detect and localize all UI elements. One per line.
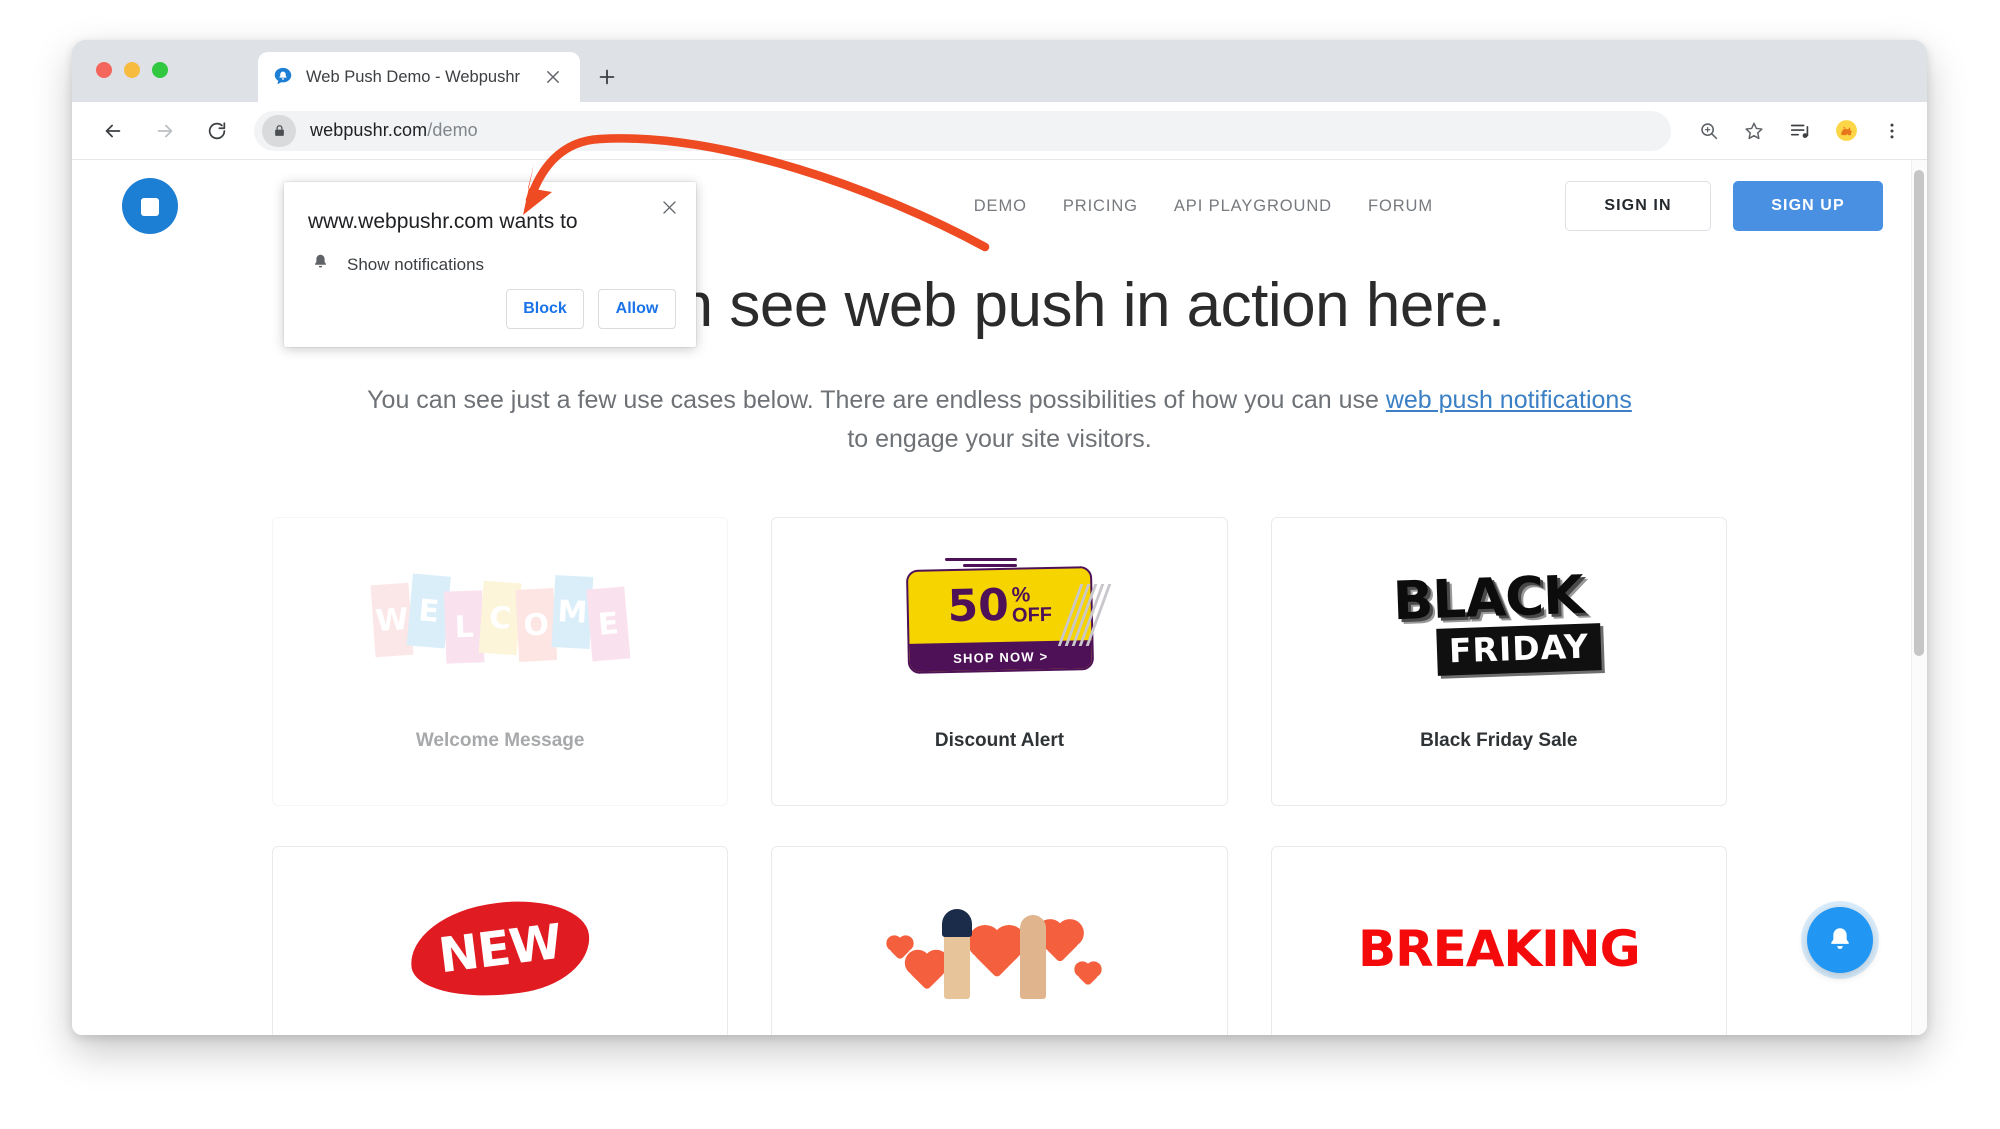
- permission-item-label: Show notifications: [347, 255, 485, 274]
- welcome-art: W E L C O M E: [273, 540, 727, 700]
- window-controls: [96, 62, 168, 78]
- url-domain: webpushr.com: [310, 120, 428, 140]
- web-push-notifications-link[interactable]: web push notifications: [1386, 386, 1632, 414]
- reload-icon[interactable]: [198, 112, 236, 150]
- webpushr-bell-favicon-icon: [272, 66, 294, 88]
- new-label-text: NEW: [435, 913, 565, 984]
- sign-in-button[interactable]: SIGN IN: [1565, 181, 1711, 231]
- permission-item: Show notifications: [310, 252, 484, 278]
- zoom-in-icon[interactable]: [1689, 112, 1727, 150]
- extension-dog-icon[interactable]: [1827, 112, 1865, 150]
- permission-dialog-title: www.webpushr.com wants to: [308, 210, 578, 233]
- black-friday-art: BLACK FRIDAY: [1272, 540, 1726, 700]
- card-black-friday-sale[interactable]: BLACK FRIDAY Black Friday Sale: [1270, 516, 1727, 806]
- floating-bell-button[interactable]: [1807, 907, 1873, 973]
- card-row-1: W E L C O M E Welcome Message 50 % OFF S…: [272, 516, 1727, 806]
- block-button[interactable]: Block: [506, 289, 584, 329]
- tab-close-icon[interactable]: [540, 64, 566, 90]
- card-breaking-news[interactable]: BREAKING: [1270, 845, 1727, 1035]
- discount-percent: %: [1011, 582, 1032, 607]
- address-bar-text: webpushr.com/demo: [310, 120, 478, 141]
- allow-button[interactable]: Allow: [598, 289, 676, 329]
- address-bar[interactable]: webpushr.com/demo: [254, 110, 1671, 151]
- card-discount-alert[interactable]: 50 % OFF SHOP NOW > Discount Alert: [771, 516, 1228, 806]
- new-art: NEW: [273, 869, 727, 1029]
- url-path: /demo: [427, 120, 478, 140]
- toolbar-actions: [1681, 112, 1927, 150]
- black-friday-top-text: BLACK: [1390, 563, 1585, 634]
- discount-off: OFF: [1012, 603, 1053, 627]
- new-tab-button[interactable]: [592, 62, 622, 92]
- back-arrow-icon[interactable]: [94, 112, 132, 150]
- use-case-cards: W E L C O M E Welcome Message 50 % OFF S…: [72, 516, 1927, 1035]
- auth-buttons: SIGN IN SIGN UP: [1565, 181, 1883, 231]
- more-menu-icon[interactable]: [1873, 112, 1911, 150]
- sign-up-button[interactable]: SIGN UP: [1733, 181, 1883, 231]
- discount-art: 50 % OFF SHOP NOW >: [772, 540, 1226, 700]
- tab-strip: Web Push Demo - Webpushr: [72, 40, 1927, 102]
- site-nav: DEMO PRICING API PLAYGROUND FORUM SIGN I…: [974, 181, 1883, 231]
- media-playlist-icon[interactable]: [1781, 112, 1819, 150]
- love-art: [772, 869, 1226, 1029]
- hero-sub-before: You can see just a few use cases below. …: [367, 386, 1386, 414]
- webpushr-circle-logo-icon[interactable]: [122, 178, 178, 234]
- window-minimize-button[interactable]: [124, 62, 140, 78]
- browser-toolbar: webpushr.com/demo: [72, 102, 1927, 160]
- card-label: Welcome Message: [415, 729, 585, 751]
- close-icon[interactable]: [656, 194, 682, 220]
- tab-title: Web Push Demo - Webpushr: [306, 67, 520, 86]
- breaking-label-text: BREAKING: [1357, 919, 1641, 978]
- screenshot-root: Web Push Demo - Webpushr webpushr.com/de…: [0, 0, 2000, 1129]
- window-maximize-button[interactable]: [152, 62, 168, 78]
- hero-sub-after: to engage your site visitors.: [847, 424, 1152, 453]
- page-scrollbar-thumb[interactable]: [1914, 170, 1924, 656]
- browser-tab[interactable]: Web Push Demo - Webpushr: [258, 52, 580, 102]
- nav-link-demo[interactable]: DEMO: [974, 197, 1027, 216]
- card-new-arrival[interactable]: NEW: [272, 845, 729, 1035]
- black-friday-bottom-text: FRIDAY: [1436, 622, 1602, 676]
- lock-icon[interactable]: [262, 114, 296, 147]
- browser-window: Web Push Demo - Webpushr webpushr.com/de…: [72, 40, 1927, 1035]
- permission-dialog-buttons: Block Allow: [506, 289, 676, 329]
- card-row-2: NEW BREAKING: [272, 845, 1727, 1035]
- window-close-button[interactable]: [96, 62, 112, 78]
- bookmark-star-icon[interactable]: [1735, 112, 1773, 150]
- card-label: Discount Alert: [934, 729, 1065, 751]
- breaking-art: BREAKING: [1272, 869, 1726, 1029]
- discount-value: 50: [947, 579, 1010, 632]
- card-label: Black Friday Sale: [1420, 729, 1578, 751]
- card-love-alert[interactable]: [771, 845, 1228, 1035]
- nav-link-api-playground[interactable]: API PLAYGROUND: [1174, 197, 1332, 216]
- nav-link-forum[interactable]: FORUM: [1368, 197, 1433, 216]
- notification-permission-dialog: www.webpushr.com wants to Show notificat…: [284, 182, 696, 347]
- card-welcome-message[interactable]: W E L C O M E Welcome Message: [272, 516, 729, 806]
- hero-subtitle: You can see just a few use cases below. …: [360, 381, 1640, 459]
- bell-icon: [310, 252, 331, 278]
- nav-link-pricing[interactable]: PRICING: [1063, 197, 1138, 216]
- forward-arrow-icon[interactable]: [146, 112, 184, 150]
- page-scrollbar-track[interactable]: [1911, 160, 1927, 1035]
